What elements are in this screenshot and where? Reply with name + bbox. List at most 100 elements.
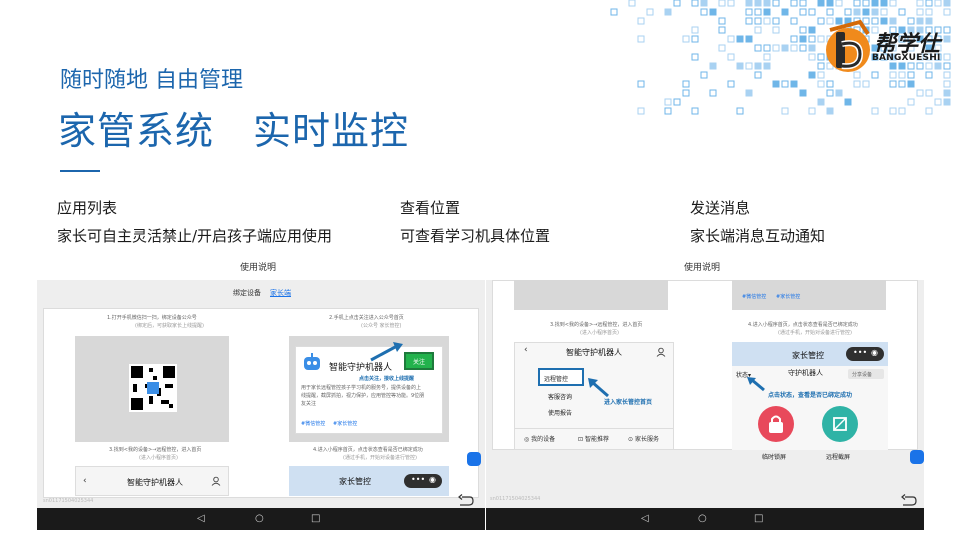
pattern-square: [754, 8, 762, 16]
pattern-square: [871, 0, 879, 7]
right-screen-caption: 使用说明: [684, 263, 721, 273]
pattern-square: [790, 80, 798, 88]
parent-control-title: 家长管控: [339, 477, 371, 486]
menu-usage-report[interactable]: 使用报告: [548, 408, 572, 417]
pattern-square: [898, 80, 906, 88]
remote-screenshot-button[interactable]: [822, 406, 858, 442]
parent-control-title: 家长管控: [792, 351, 824, 360]
more-close-capsule[interactable]: ••• ◉: [404, 474, 442, 488]
top-gray-panel: [514, 280, 668, 310]
temp-lock-label: 临时锁屏: [762, 454, 787, 461]
right-tablet-screen: #微信管控 #家长管控 3.找到<我的设备>→远程管控，进入首页 (进入小程序首…: [486, 280, 924, 530]
close-circle-icon[interactable]: ◉: [871, 348, 878, 357]
pattern-square: [889, 0, 897, 7]
back-arrow-icon[interactable]: [457, 494, 475, 508]
step1-text: 1.打开手机微信扫一扫，绑定设备公众号: [107, 315, 197, 321]
pattern-square: [817, 80, 825, 88]
robot-description: 用于家长远程管控孩子学习机的服务号，提供设备的上线提醒，截屏抓拍，视力保护，应用…: [301, 385, 425, 407]
temp-lock-button[interactable]: [758, 406, 794, 442]
share-device-label: 分享设备: [852, 372, 873, 378]
mini-program-title: 智能守护机器人: [566, 348, 622, 357]
pattern-square: [790, 0, 798, 7]
menu-customer-service[interactable]: 客服咨询: [548, 392, 572, 401]
pattern-square: [817, 98, 825, 106]
pattern-square: [799, 26, 807, 34]
pattern-square: [718, 26, 726, 34]
user-icon[interactable]: [211, 476, 221, 486]
pointer-arrow-icon: [747, 377, 765, 392]
pattern-square: [718, 17, 726, 25]
pattern-square: [871, 107, 879, 115]
nav-home-icon[interactable]: ○: [255, 513, 264, 524]
pattern-square: [691, 107, 699, 115]
pattern-square: [808, 107, 816, 115]
pattern-square: [691, 53, 699, 61]
pattern-square: [943, 8, 951, 16]
pattern-square: [763, 62, 771, 70]
step2-text: 2.手机上点击关注进入公众号首页: [329, 315, 404, 321]
pattern-square: [826, 0, 834, 7]
step3-text: 3.找到<我的设备>→远程管控，进入首页: [550, 322, 643, 328]
pattern-square: [817, 0, 825, 7]
nav-recent-icon[interactable]: □: [754, 513, 763, 524]
pattern-square: [799, 89, 807, 97]
feature-desc-message: 家长端消息互动通知: [690, 227, 826, 245]
more-dots-icon[interactable]: •••: [853, 348, 867, 357]
floating-camera-icon[interactable]: [910, 450, 924, 464]
pattern-square: [727, 80, 735, 88]
nav-recent-icon[interactable]: □: [311, 513, 320, 524]
pattern-square: [853, 80, 861, 88]
bottom-tab-my-devices[interactable]: ◎ 我的设备: [524, 434, 555, 443]
back-chevron-icon[interactable]: ‹: [83, 476, 87, 486]
nav-back-icon[interactable]: ◁: [641, 513, 649, 524]
tag-parent-control[interactable]: #家长管控: [333, 420, 357, 427]
nav-home-icon[interactable]: ○: [698, 513, 707, 524]
tag-wechat-control[interactable]: #微信管控: [742, 293, 766, 300]
back-chevron-icon[interactable]: ‹: [524, 345, 528, 355]
qr-code-icon[interactable]: [129, 364, 177, 412]
pointer-arrow-icon: [370, 342, 403, 362]
pattern-square: [799, 44, 807, 52]
pattern-square: [745, 8, 753, 16]
pattern-square: [880, 0, 888, 7]
pattern-square: [889, 107, 897, 115]
back-arrow-icon[interactable]: [900, 494, 918, 508]
pattern-square: [889, 80, 897, 88]
pattern-square: [727, 35, 735, 43]
more-close-capsule[interactable]: ••• ◉: [846, 347, 884, 361]
step3-text: 3.找到<我的设备>→远程管控，进入首页: [109, 447, 202, 453]
pattern-square: [754, 17, 762, 25]
pattern-square: [727, 0, 735, 7]
pattern-square: [763, 53, 771, 61]
step4-subtext: (通过手机，开始对设备进行管控): [343, 455, 417, 461]
bottom-tab-recommend[interactable]: ⊡ 智能推荐: [578, 434, 609, 443]
pattern-square: [844, 98, 852, 106]
tab-bind-device[interactable]: 绑定设备: [233, 288, 261, 298]
title-underline: [60, 170, 100, 172]
more-dots-icon[interactable]: •••: [411, 475, 425, 484]
logo-subtext: BANGXUESHI: [872, 53, 941, 63]
pattern-square: [808, 8, 816, 16]
nav-back-icon[interactable]: ◁: [197, 513, 205, 524]
crop-icon: [833, 417, 847, 431]
pattern-square: [781, 44, 789, 52]
close-circle-icon[interactable]: ◉: [429, 475, 436, 484]
tag-wechat-control[interactable]: #微信管控: [301, 420, 325, 427]
tag-parent-control[interactable]: #家长管控: [776, 293, 800, 300]
pattern-square: [871, 8, 879, 16]
pattern-square: [925, 0, 933, 7]
feature-title-app-list: 应用列表: [57, 199, 118, 217]
mini-program-title: 智能守护机器人: [127, 478, 183, 487]
floating-camera-icon[interactable]: [467, 452, 481, 466]
tab-parent[interactable]: 家长端: [270, 288, 291, 298]
pattern-square: [637, 35, 645, 43]
user-icon[interactable]: [656, 347, 666, 357]
status-hint: 点击状态，查看是否已绑定成功: [768, 392, 853, 399]
pattern-square: [763, 8, 771, 16]
pattern-square: [691, 0, 699, 7]
pattern-square: [709, 62, 717, 70]
pattern-square: [781, 80, 789, 88]
bottom-tab-parent-service[interactable]: ⊙ 家长服务: [628, 434, 659, 443]
pattern-square: [907, 98, 915, 106]
step4-text: 4.进入小程序首页，点击状态查看是否已绑定成功: [748, 322, 858, 328]
